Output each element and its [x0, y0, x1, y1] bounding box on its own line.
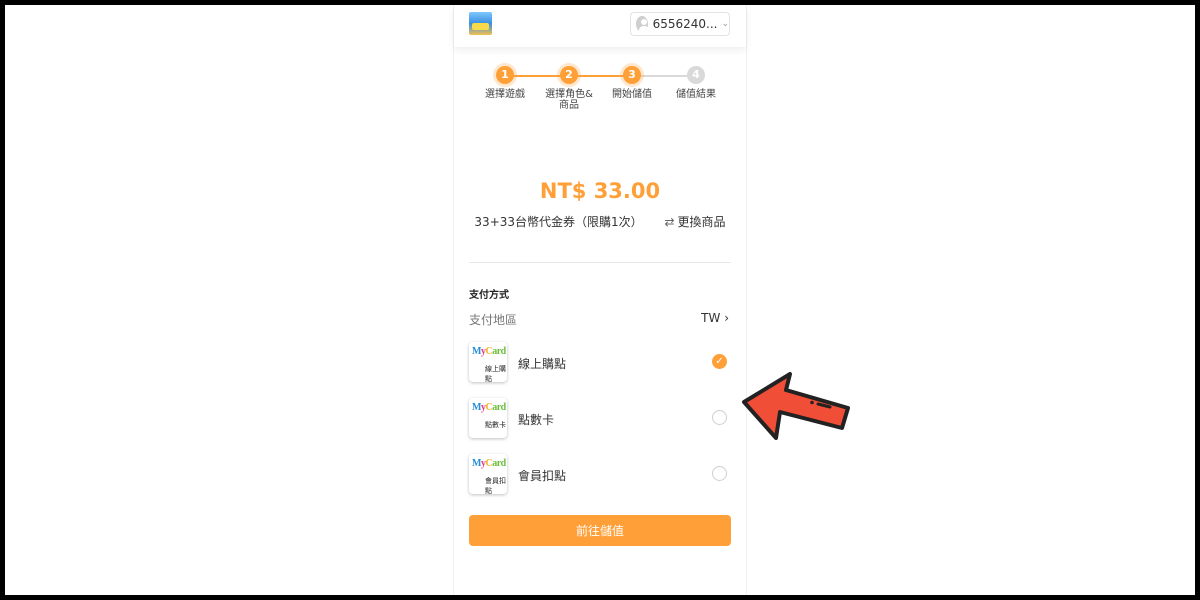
region-label: 支付地區: [469, 313, 518, 327]
payment-method-member[interactable]: MyCard 會員扣點 會員扣點: [469, 454, 731, 498]
payment-section-title: 支付方式: [469, 290, 509, 301]
payment-method-card[interactable]: MyCard 點數卡 點數卡: [469, 398, 731, 442]
chevron-down-icon: ⌄: [721, 19, 729, 29]
logo-wordmark: MyCard: [472, 346, 506, 357]
logo-subtitle: 點數卡: [485, 421, 506, 429]
step-label: 開始儲值: [612, 89, 652, 100]
step-2: 2 選擇角色&商品: [537, 65, 601, 111]
account-id: 6556240...: [652, 17, 718, 31]
radio-unchecked-icon[interactable]: [712, 466, 727, 481]
mycard-logo: MyCard 線上購點: [469, 342, 507, 382]
avatar-icon: [636, 16, 648, 32]
divider: [469, 262, 731, 263]
logo-wordmark: MyCard: [472, 402, 506, 413]
step-number: 1: [496, 66, 514, 84]
mycard-logo: MyCard 會員扣點: [469, 454, 507, 494]
logo-subtitle: 會員扣點: [485, 477, 506, 494]
radio-checked-icon[interactable]: ✓: [712, 354, 727, 369]
payment-method-name: 線上購點: [518, 357, 567, 371]
payment-method-name: 會員扣點: [518, 469, 567, 483]
region-code: TW: [701, 311, 721, 325]
chevron-right-icon: ›: [724, 311, 729, 325]
change-product-label: 更換商品: [677, 215, 726, 229]
logo-wordmark: MyCard: [472, 458, 506, 469]
step-3: 3 開始儲值: [600, 65, 664, 100]
step-label: 選擇遊戲: [485, 89, 525, 100]
product-row: 33+33台幣代金券（限購1次） ⇄ 更換商品: [454, 213, 746, 230]
region-value: TW ›: [701, 311, 729, 325]
step-label: 儲值結果: [676, 89, 716, 100]
account-dropdown[interactable]: 6556240... ⌄: [630, 12, 730, 36]
logo-subtitle: 線上購點: [485, 365, 506, 382]
game-thumbnail[interactable]: [469, 12, 492, 35]
step-1: 1 選擇遊戲: [473, 65, 537, 100]
progress-steps: 1 選擇遊戲 2 選擇角色&商品 3 開始儲值 4 儲值結果: [454, 65, 746, 125]
order-price: NT$ 33.00: [539, 179, 661, 203]
product-name: 33+33台幣代金券（限購1次）: [474, 215, 643, 229]
payment-method-online[interactable]: MyCard 線上購點 線上購點 ✓: [469, 342, 731, 386]
step-number: 3: [623, 66, 641, 84]
step-number: 2: [560, 66, 578, 84]
payment-method-name: 點數卡: [518, 413, 555, 427]
step-4: 4 儲值結果: [664, 65, 728, 100]
pointing-arrow-icon: [742, 372, 850, 440]
radio-unchecked-icon[interactable]: [712, 410, 727, 425]
step-label: 選擇角色&商品: [545, 89, 593, 111]
payment-region-selector[interactable]: 支付地區 TW ›: [469, 311, 729, 331]
swap-icon: ⇄: [664, 215, 675, 229]
step-number: 4: [687, 66, 705, 84]
top-bar: 6556240... ⌄: [454, 5, 746, 47]
change-product-link[interactable]: ⇄ 更換商品: [664, 215, 725, 229]
payment-panel: 6556240... ⌄ 1 選擇遊戲 2 選擇角色&商品 3 開始儲值 4 儲…: [453, 5, 747, 595]
proceed-payment-button[interactable]: 前往儲值: [469, 515, 731, 546]
mycard-logo: MyCard 點數卡: [469, 398, 507, 438]
